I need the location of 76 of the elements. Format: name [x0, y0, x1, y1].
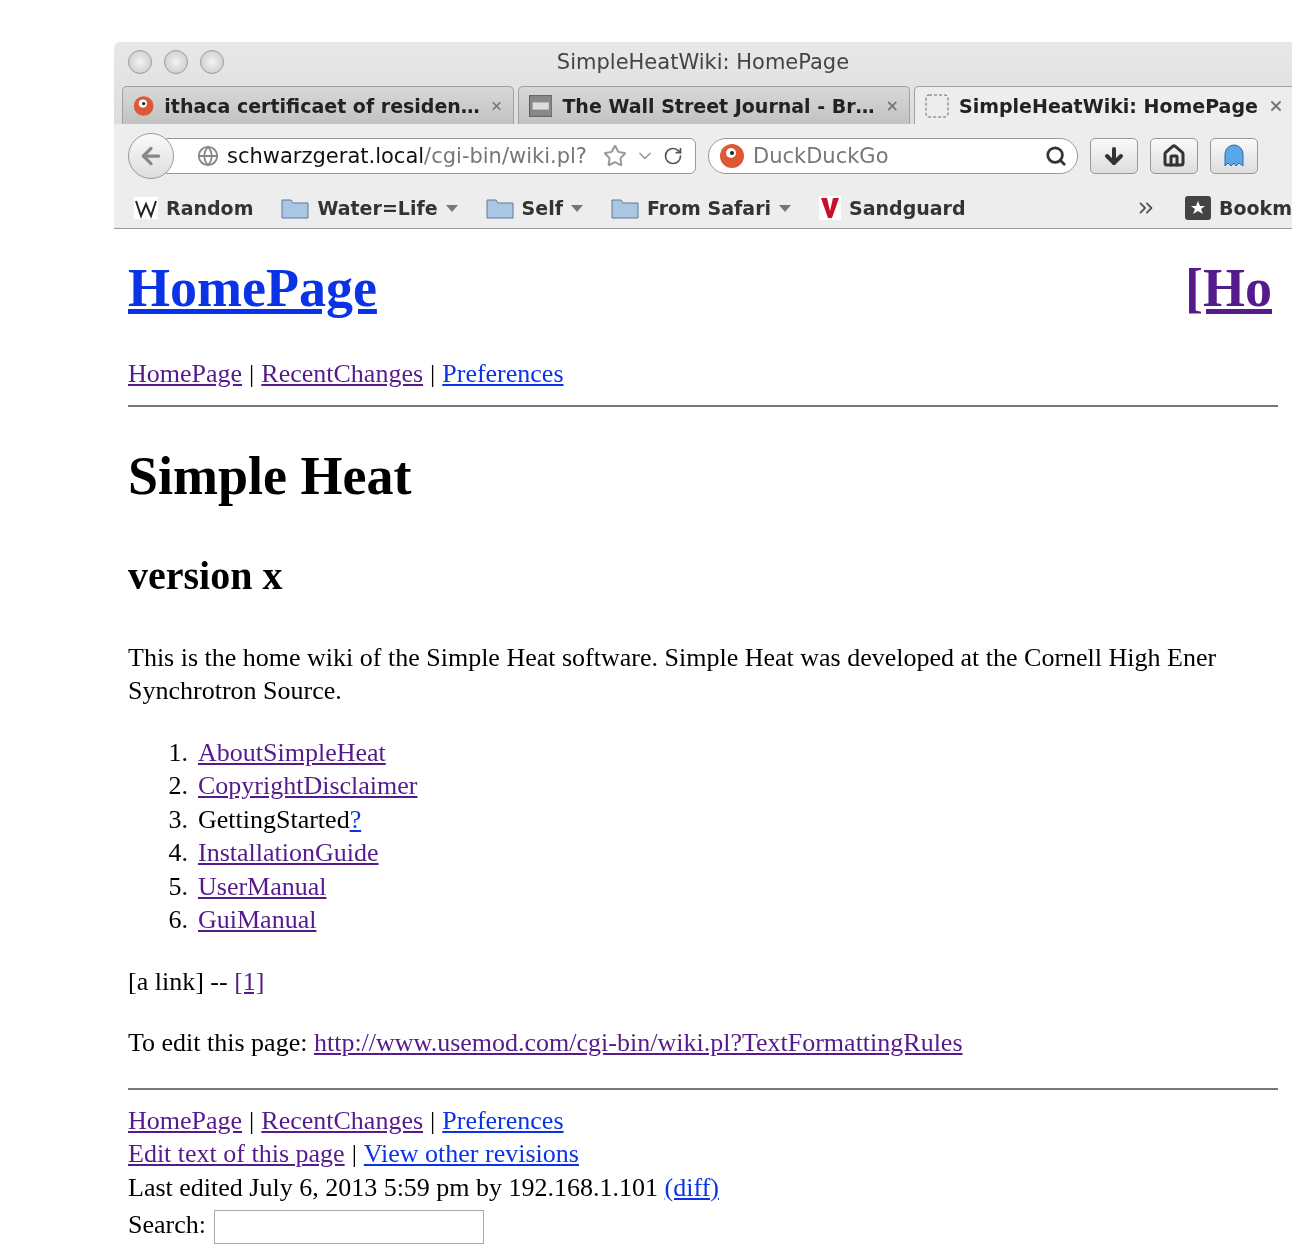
bookmarks-menu[interactable]: Bookm — [1184, 196, 1292, 220]
list-link[interactable]: AboutSimpleHeat — [198, 735, 386, 769]
download-button[interactable] — [1090, 138, 1138, 174]
caret-icon — [570, 204, 583, 212]
list-link[interactable]: UserManual — [198, 869, 327, 903]
list-number: 3. — [167, 803, 188, 836]
caret-icon — [445, 204, 458, 212]
newspaper-icon — [529, 93, 553, 118]
header-link[interactable]: [Ho — [1185, 257, 1272, 319]
search-bar[interactable]: DuckDuckGo — [708, 138, 1078, 174]
last-edited-text: Last edited July 6, 2013 5:59 pm by 192.168.1.101 (diff) — [128, 1171, 720, 1204]
url-link[interactable]: http://www.usemod.com/cgi-bin/wiki.pl?TextFormattingRules — [313, 1028, 963, 1057]
nav-link[interactable]: RecentChanges — [261, 1105, 424, 1135]
ghost-button[interactable] — [1210, 138, 1258, 174]
reload-icon[interactable] — [663, 146, 683, 166]
browser-tab[interactable]: ithaca certificaet of residen… — [122, 86, 514, 124]
nav-link[interactable]: HomePage — [128, 1105, 243, 1135]
bookmark-item[interactable]: Random — [134, 197, 254, 219]
nav-link[interactable]: Edit text of this page — [128, 1139, 345, 1168]
page-title-link[interactable]: HomePage — [128, 257, 377, 319]
window-title: SimpleHeatWiki: HomePage — [556, 50, 850, 74]
star-icon[interactable] — [603, 144, 627, 168]
nav-link[interactable]: Preferences — [442, 1105, 564, 1135]
browser-tab[interactable]: The Wall Street Journal - Br… — [518, 86, 910, 124]
w-logo-icon — [134, 197, 158, 219]
nav-link[interactable]: Preferences — [442, 359, 564, 388]
folder-icon — [281, 197, 310, 219]
list-item-text: GettingStarted? — [198, 803, 362, 836]
bookmark-item[interactable]: From Safari — [610, 197, 791, 219]
search-label: Search: — [128, 1210, 206, 1239]
nav-link[interactable]: HomePage — [128, 359, 243, 388]
link-paragraph: [a link] -- [1] — [128, 965, 266, 998]
edit-note: To edit this page: http://www.usemod.com/cgi-bin/wiki.pl?TextFormattingRules — [128, 1027, 964, 1059]
bookmark-item[interactable]: Sandguard — [819, 196, 966, 220]
globe-icon — [197, 145, 219, 167]
create-page-link[interactable]: ? — [349, 804, 362, 834]
ghost-icon — [1223, 144, 1245, 168]
search-icon[interactable] — [1045, 145, 1067, 167]
minimize-window-button[interactable] — [164, 50, 188, 74]
separator: | — [430, 359, 436, 388]
down-arrow-icon — [1102, 144, 1126, 168]
list-link[interactable]: CopyrightDisclaimer — [198, 769, 418, 803]
list-number: 6. — [167, 904, 188, 936]
duck-icon — [719, 143, 745, 169]
v-logo-icon — [819, 196, 841, 220]
list-number: 4. — [167, 837, 188, 869]
folder-icon — [610, 197, 639, 219]
separator: | — [249, 359, 255, 388]
back-button[interactable] — [128, 133, 174, 179]
list-link[interactable]: InstallationGuide — [198, 836, 379, 870]
search-input[interactable] — [213, 1210, 484, 1245]
intro-paragraph: This is the home wiki of the Simple Heat software. Simple Heat was developed at the Cornell High Ener Synchrotron Source. — [128, 641, 1218, 707]
nav-link[interactable]: View other revisions — [363, 1139, 579, 1168]
close-window-button[interactable] — [128, 50, 152, 74]
bookmark-item[interactable]: Water=Life — [281, 197, 458, 219]
list-number: 1. — [167, 736, 188, 769]
subheading: version x — [128, 552, 284, 599]
folder-icon — [485, 197, 514, 219]
home-icon — [1162, 144, 1186, 168]
home-button[interactable] — [1150, 138, 1198, 174]
separator: | — [249, 1105, 255, 1135]
page-heading: Simple Heat — [128, 444, 413, 507]
browser-tab[interactable]: SimpleHeatWiki: HomePage — [914, 86, 1292, 124]
separator: | — [351, 1139, 357, 1168]
list-number: 2. — [167, 770, 188, 802]
blank-page-icon — [925, 93, 949, 118]
diff-link[interactable]: (diff) — [664, 1172, 719, 1202]
address-field[interactable]: schwarzgerat.local/cgi-bin/wiki.pl? — [166, 138, 696, 174]
footnote-link[interactable]: [1] — [234, 966, 265, 996]
list-number: 5. — [167, 870, 188, 903]
bookmark-item[interactable]: Self — [485, 197, 583, 219]
caret-icon — [779, 204, 791, 212]
zoom-window-button[interactable] — [200, 50, 224, 74]
list-link[interactable]: GuiManual — [198, 903, 317, 937]
nav-link[interactable]: RecentChanges — [261, 359, 424, 388]
separator: | — [430, 1105, 436, 1135]
